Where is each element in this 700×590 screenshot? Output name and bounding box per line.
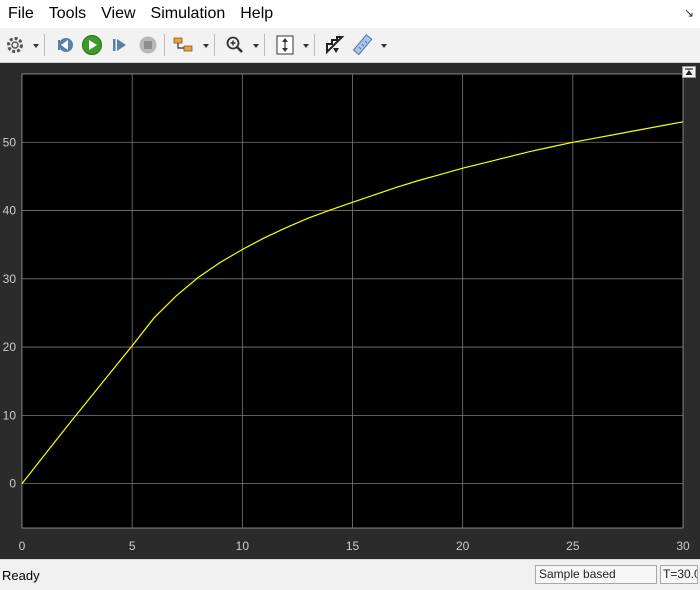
menu-simulation[interactable]: Simulation — [143, 0, 233, 28]
zoom-icon[interactable] — [223, 33, 247, 57]
y-tick-label: 30 — [3, 272, 17, 286]
menu-help[interactable]: Help — [232, 0, 280, 28]
y-tick-label: 0 — [9, 477, 16, 491]
toolbar-divider — [164, 34, 165, 56]
toolbar-divider — [214, 34, 215, 56]
step-back-icon[interactable] — [53, 33, 77, 57]
x-tick-label: 15 — [346, 539, 360, 553]
signal-selector-dropdown-icon[interactable] — [203, 44, 209, 48]
measurements-icon[interactable] — [351, 33, 375, 57]
menu-file[interactable]: File — [0, 0, 41, 28]
undock-arrow-icon[interactable]: ↘ — [684, 6, 694, 20]
y-tick-label: 50 — [3, 135, 17, 149]
toolbar — [0, 28, 700, 63]
toolbar-divider — [264, 34, 265, 56]
highlight-block-icon[interactable] — [322, 33, 346, 57]
scope-display: 0 5 10 15 20 25 30 0 10 20 30 40 50 — [0, 63, 700, 559]
fit-to-view-icon[interactable] — [273, 33, 297, 57]
toolbar-divider — [314, 34, 315, 56]
menu-bar: File Tools View Simulation Help ↘ — [0, 0, 700, 28]
x-tick-label: 0 — [19, 539, 26, 553]
status-bar: Ready Sample based T=30.000 — [0, 559, 700, 590]
step-forward-icon[interactable] — [108, 33, 132, 57]
x-tick-label: 20 — [456, 539, 470, 553]
scope-plot[interactable]: 0 5 10 15 20 25 30 0 10 20 30 40 50 — [0, 63, 700, 559]
settings-dropdown-icon[interactable] — [33, 44, 39, 48]
status-text: Ready — [2, 568, 40, 583]
y-tick-label: 20 — [3, 340, 17, 354]
run-icon[interactable] — [80, 33, 104, 57]
stop-icon[interactable] — [136, 33, 160, 57]
signal-selector-icon[interactable] — [171, 33, 195, 57]
zoom-dropdown-icon[interactable] — [253, 44, 259, 48]
y-tick-label: 40 — [3, 204, 17, 218]
measurements-dropdown-icon[interactable] — [381, 44, 387, 48]
x-tick-label: 30 — [676, 539, 690, 553]
sample-mode-indicator: Sample based — [535, 565, 657, 584]
menu-view[interactable]: View — [93, 0, 142, 28]
fit-to-view-dropdown-icon[interactable] — [303, 44, 309, 48]
simulation-time-indicator: T=30.000 — [660, 565, 698, 584]
expand-icon[interactable] — [682, 66, 696, 78]
menu-tools[interactable]: Tools — [41, 0, 93, 28]
x-tick-label: 5 — [129, 539, 136, 553]
x-tick-label: 25 — [566, 539, 580, 553]
toolbar-divider — [44, 34, 45, 56]
settings-icon[interactable] — [3, 33, 27, 57]
y-tick-label: 10 — [3, 408, 17, 422]
x-tick-label: 10 — [236, 539, 250, 553]
